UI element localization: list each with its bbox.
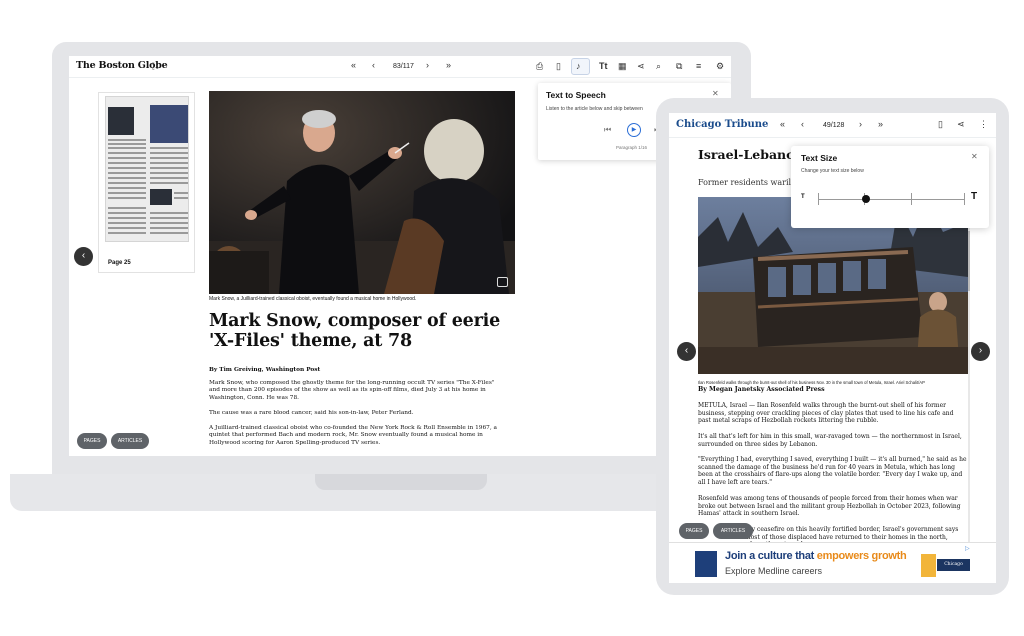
article-paragraph: It's all that's left for him in this sma… bbox=[698, 433, 962, 448]
tts-paragraph-status: Paragraph 1/16 bbox=[616, 145, 648, 150]
ad-subline: Explore Medline careers bbox=[725, 566, 823, 576]
article-byline: By Tim Greiving, Washington Post bbox=[209, 367, 321, 373]
ad-headline: Join a culture that empowers growth bbox=[725, 550, 907, 562]
share-icon[interactable]: ⋖ bbox=[957, 120, 965, 129]
ad-banner[interactable]: Join a culture that empowers growth Expl… bbox=[669, 542, 996, 583]
article-paragraph: METULA, Israel — Ilan Rosenfeld walks th… bbox=[698, 402, 954, 425]
clip-icon[interactable]: ⧉ bbox=[676, 62, 682, 71]
article-paragraph: Mark Snow, who composed the ghostly them… bbox=[209, 380, 495, 401]
toolbar-divider bbox=[669, 137, 996, 138]
prev-article-arrow-icon[interactable]: ‹ bbox=[677, 342, 696, 361]
thumbnail-preview bbox=[105, 96, 189, 242]
menu-icon[interactable]: ≡ bbox=[696, 62, 701, 71]
article-paragraph: A Juilliard-trained classical oboist who… bbox=[209, 425, 497, 446]
articles-button[interactable]: ARTICLES bbox=[111, 433, 149, 449]
adchoices-icon[interactable]: ▷ bbox=[965, 545, 970, 552]
speaker-icon: ♪ bbox=[576, 61, 581, 71]
slider-tick bbox=[964, 193, 965, 205]
last-page-icon[interactable]: » bbox=[446, 61, 451, 70]
photo-caption: Ilan Rosenfeld walks through the burnt-o… bbox=[698, 380, 925, 385]
article-photo[interactable] bbox=[209, 91, 515, 294]
page-indicator: 49/128 bbox=[823, 122, 845, 129]
slider-tick bbox=[818, 193, 819, 205]
prev-article-arrow-icon[interactable]: ‹ bbox=[74, 247, 93, 266]
play-button[interactable]: ▶ bbox=[627, 123, 641, 137]
close-icon[interactable]: ✕ bbox=[971, 152, 978, 161]
scrollbar-thumb[interactable] bbox=[968, 231, 970, 291]
prev-page-icon[interactable]: ‹ bbox=[372, 61, 375, 70]
fullscreen-icon[interactable]: ⛶ bbox=[152, 62, 158, 71]
first-page-icon[interactable]: « bbox=[351, 61, 356, 70]
text-size-slider[interactable] bbox=[818, 199, 964, 200]
ad-tribune-logo: Chicago Tribune bbox=[937, 559, 970, 579]
laptop-notch bbox=[315, 474, 487, 490]
pages-button[interactable]: PAGES bbox=[77, 433, 107, 449]
medline-logo bbox=[695, 551, 717, 577]
tts-title: Text to Speech bbox=[546, 90, 606, 100]
article-byline: By Megan Janetsky Associated Press bbox=[698, 386, 825, 393]
text-to-speech-button[interactable] bbox=[571, 58, 590, 75]
calendar-icon[interactable]: ▦ bbox=[618, 62, 627, 71]
bookmark-icon[interactable]: ▯ bbox=[938, 120, 943, 129]
laptop-toolbar: The Boston Globe ⛶ « ‹ 83/117 › » ⎙ ▯ ♪ … bbox=[69, 56, 731, 78]
print-icon[interactable]: ⎙ bbox=[536, 62, 543, 71]
article-headline: Mark Snow, composer of eerie 'X-Files' t… bbox=[209, 311, 501, 351]
bookmark-icon[interactable]: ▯ bbox=[556, 62, 561, 71]
photo-caption: Mark Snow, a Juilliard-trained classical… bbox=[209, 296, 417, 302]
pages-button[interactable]: PAGES bbox=[679, 523, 709, 539]
text-size-large-label: T bbox=[971, 191, 978, 202]
slider-knob[interactable] bbox=[862, 195, 871, 203]
page-thumbnail[interactable]: Page 25 bbox=[98, 92, 195, 273]
search-icon[interactable]: ⌕ bbox=[656, 62, 661, 71]
close-icon[interactable]: ✕ bbox=[712, 89, 719, 98]
settings-icon[interactable]: ⚙ bbox=[716, 62, 724, 71]
last-page-icon[interactable]: » bbox=[878, 120, 883, 129]
text-size-title: Text Size bbox=[801, 153, 838, 163]
next-article-arrow-icon[interactable]: › bbox=[971, 342, 990, 361]
text-size-panel: Text Size ✕ Change your text size below … bbox=[791, 146, 989, 228]
page-indicator: 83/117 bbox=[393, 63, 414, 70]
expand-image-icon[interactable] bbox=[497, 277, 508, 287]
next-page-icon[interactable]: › bbox=[859, 120, 862, 129]
award-badge-icon bbox=[921, 554, 936, 577]
article-paragraph: Rosenfeld was among tens of thousands of… bbox=[698, 495, 961, 518]
tts-description: Listen to the article below and skip bet… bbox=[546, 106, 643, 112]
first-page-icon[interactable]: « bbox=[780, 120, 785, 129]
prev-page-icon[interactable]: ‹ bbox=[801, 120, 804, 129]
text-size-small-label: T bbox=[801, 194, 805, 200]
share-icon[interactable]: ⋖ bbox=[637, 62, 645, 71]
text-size-description: Change your text size below bbox=[801, 168, 864, 174]
laptop-screen: The Boston Globe ⛶ « ‹ 83/117 › » ⎙ ▯ ♪ … bbox=[69, 56, 731, 456]
skip-back-icon[interactable]: ⏮ bbox=[604, 126, 611, 134]
articles-button[interactable]: ARTICLES bbox=[713, 523, 753, 539]
text-size-icon[interactable]: Tt bbox=[599, 62, 608, 71]
article-subhead: Former residents warily d bbox=[698, 178, 804, 187]
next-page-icon[interactable]: › bbox=[426, 61, 429, 70]
slider-tick bbox=[911, 193, 912, 205]
more-options-icon[interactable]: ⋮ bbox=[979, 120, 988, 129]
chicago-tribune-logo: Chicago Tribune bbox=[676, 119, 769, 130]
thumbnail-page-label: Page 25 bbox=[108, 260, 131, 266]
article-paragraph: "Everything I had, everything I saved, e… bbox=[698, 456, 967, 486]
article-paragraph: The cause was a rare blood cancer, said … bbox=[209, 410, 414, 416]
